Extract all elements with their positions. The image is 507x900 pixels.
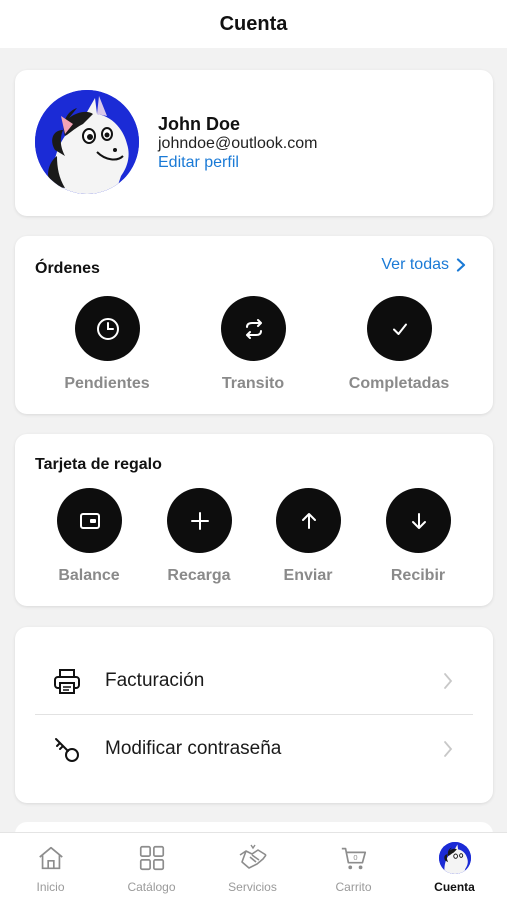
orders-card: Órdenes Ver todas Pendientes Transito Co… <box>15 236 493 414</box>
tab-account[interactable]: Cuenta <box>404 833 505 900</box>
profile-email: johndoe@outlook.com <box>158 135 318 152</box>
handshake-icon <box>236 841 270 875</box>
key-icon <box>47 729 87 769</box>
transit-label: Transito <box>221 375 285 392</box>
arrow-up-icon <box>301 512 316 529</box>
tab-home-label: Inicio <box>36 880 65 894</box>
receive-label: Recibir <box>390 567 446 584</box>
check-icon <box>392 323 407 335</box>
send-button[interactable] <box>276 488 341 553</box>
tab-cart[interactable]: 0 Carrito <box>303 833 404 900</box>
tab-cart-label: Carrito <box>335 880 372 894</box>
receive-button[interactable] <box>386 488 451 553</box>
menu-item-billing[interactable]: Facturación <box>35 648 473 714</box>
grid-icon <box>135 841 169 875</box>
repeat-icon <box>245 318 262 339</box>
menu-item-change-password[interactable]: Modificar contraseña <box>35 716 473 782</box>
view-all-orders-link[interactable]: Ver todas <box>381 256 467 274</box>
view-all-label: Ver todas <box>381 256 449 273</box>
top-bar: Cuenta <box>0 0 507 48</box>
plus-icon <box>190 511 209 530</box>
settings-menu-card: Facturación Modificar contraseña <box>15 627 493 803</box>
chevron-right-icon <box>444 673 453 689</box>
tab-services-label: Servicios <box>228 880 277 894</box>
page-title: Cuenta <box>219 12 288 35</box>
transit-orders-button[interactable] <box>221 296 286 361</box>
avatar[interactable] <box>35 90 139 194</box>
gift-card-title: Tarjeta de regalo <box>35 456 162 473</box>
profile-name: John Doe <box>158 114 241 134</box>
pending-orders-button[interactable] <box>75 296 140 361</box>
edit-profile-link[interactable]: Editar perfil <box>158 154 239 172</box>
printer-icon <box>47 661 87 701</box>
profile-card: John Doe johndoe@outlook.com Editar perf… <box>15 70 493 216</box>
orders-title: Órdenes <box>35 260 100 277</box>
clock-icon <box>96 317 119 340</box>
home-icon <box>34 841 68 875</box>
completed-label: Completadas <box>348 375 450 392</box>
bottom-tab-bar: Inicio Catálogo Servicios 0 Carrito Cuen… <box>0 832 507 900</box>
chevron-right-icon <box>456 258 466 272</box>
balance-button[interactable] <box>57 488 122 553</box>
billing-label: Facturación <box>105 670 205 691</box>
recharge-button[interactable] <box>167 488 232 553</box>
unicorn-avatar-icon <box>35 90 139 194</box>
completed-orders-button[interactable] <box>367 296 432 361</box>
tab-home[interactable]: Inicio <box>0 833 101 900</box>
pending-label: Pendientes <box>64 375 150 392</box>
change-password-label: Modificar contraseña <box>105 738 282 759</box>
arrow-down-icon <box>411 512 426 529</box>
tab-catalog-label: Catálogo <box>127 880 176 894</box>
chevron-right-icon <box>444 741 453 757</box>
wallet-icon <box>79 512 100 529</box>
cart-badge: 0 <box>353 853 357 862</box>
tab-services[interactable]: Servicios <box>202 833 303 900</box>
avatar-icon <box>438 841 472 875</box>
menu-divider <box>35 714 473 715</box>
tab-account-label: Cuenta <box>434 880 475 894</box>
cart-icon: 0 <box>337 841 371 875</box>
gift-card-section: Tarjeta de regalo Balance Recarga Enviar… <box>15 434 493 606</box>
tab-catalog[interactable]: Catálogo <box>101 833 202 900</box>
